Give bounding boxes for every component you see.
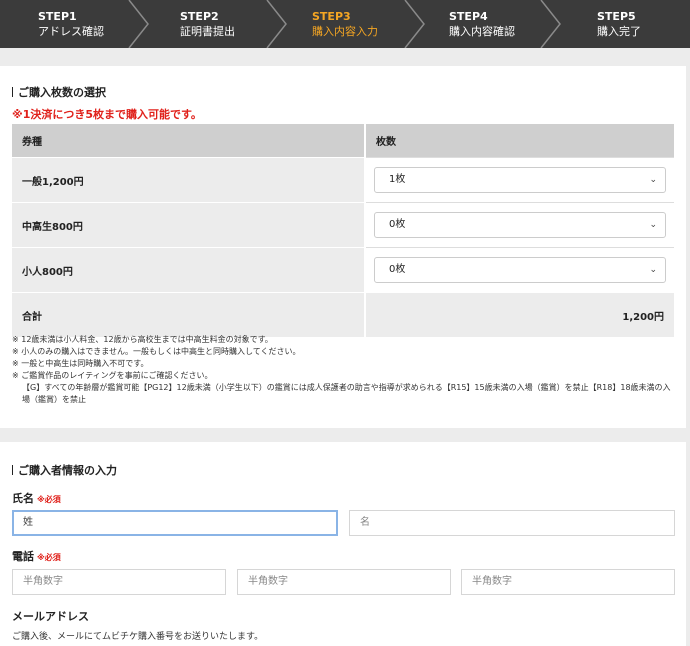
phone-input-3[interactable]: 半角数字 bbox=[461, 569, 675, 595]
chevron-down-icon: ⌄ bbox=[649, 265, 657, 275]
rating-description: 【G】すべての年齢層が鑑賞可能【PG12】12歳未満（小学生以下）の鑑賞には成人… bbox=[22, 383, 671, 404]
step-1-label: アドレス確認 bbox=[38, 25, 104, 38]
phone-label: 電話 ※必須 bbox=[12, 550, 61, 563]
step-3-label: 購入内容入力 bbox=[312, 25, 378, 38]
total-row: 合計 1,200円 bbox=[12, 292, 674, 337]
email-label: メールアドレス bbox=[12, 610, 89, 623]
step-2-number: STEP2 bbox=[180, 10, 219, 23]
chevron-down-icon: ⌄ bbox=[649, 175, 657, 185]
ticket-type-child: 小人800円 bbox=[12, 247, 364, 293]
ticket-notes: ※ 12歳未満は小人料金、12歳から高校生までは中高生料金の対象です。 ※ 小人… bbox=[12, 334, 676, 406]
step-3-current: STEP3 購入内容入力 bbox=[312, 0, 378, 48]
note-item: ※ 小人のみの購入はできません。一般もしくは中高生と同時購入してください。 bbox=[12, 347, 301, 356]
step-separator-icon bbox=[266, 0, 287, 48]
first-name-input[interactable]: 名 bbox=[349, 510, 675, 536]
step-separator-icon bbox=[128, 0, 149, 48]
child-count-select[interactable]: 0枚 ⌄ bbox=[374, 257, 666, 283]
column-count: 枚数 bbox=[366, 124, 674, 158]
step-4-label: 購入内容確認 bbox=[449, 25, 515, 38]
step-1: STEP1 アドレス確認 bbox=[38, 0, 104, 48]
buyer-section-title: ご購入者情報の入力 bbox=[12, 462, 117, 478]
total-label: 合計 bbox=[12, 292, 364, 337]
note-item: ※ 12歳未満は小人料金、12歳から高校生までは中高生料金の対象です。 bbox=[12, 335, 273, 344]
email-description: ご購入後、メールにてムビチケ購入番号をお送りいたします。 bbox=[12, 632, 264, 642]
step-2-label: 証明書提出 bbox=[180, 25, 235, 38]
column-ticket-type: 券種 bbox=[12, 124, 364, 158]
step-3-number: STEP3 bbox=[312, 10, 351, 23]
buyer-info-panel: ご購入者情報の入力 氏名 ※必須 姓 名 電話 ※必須 半角数字 半角数字 半角数字… bbox=[0, 442, 686, 646]
required-badge: ※必須 bbox=[37, 495, 61, 504]
ticket-selection-panel: ご購入枚数の選択 ※1決済につき5枚まで購入可能です。 券種 枚数 一般1,20… bbox=[0, 66, 686, 428]
phone-input-2[interactable]: 半角数字 bbox=[237, 569, 451, 595]
step-separator-icon bbox=[404, 0, 425, 48]
step-progress-bar: STEP1 アドレス確認 STEP2 証明書提出 STEP3 購入内容入力 ST… bbox=[0, 0, 690, 48]
ticket-type-student: 中高生800円 bbox=[12, 202, 364, 248]
required-badge: ※必須 bbox=[37, 553, 61, 562]
ticket-table-header: 券種 枚数 bbox=[12, 124, 674, 158]
step-separator-icon bbox=[540, 0, 561, 48]
student-count-select[interactable]: 0枚 ⌄ bbox=[374, 212, 666, 238]
table-row: 小人800円 0枚 ⌄ bbox=[12, 247, 674, 293]
step-2: STEP2 証明書提出 bbox=[180, 0, 235, 48]
ticket-section-title: ご購入枚数の選択 bbox=[12, 84, 106, 100]
step-4: STEP4 購入内容確認 bbox=[449, 0, 515, 48]
name-label: 氏名 ※必須 bbox=[12, 492, 61, 505]
phone-input-1[interactable]: 半角数字 bbox=[12, 569, 226, 595]
ticket-type-general: 一般1,200円 bbox=[12, 157, 364, 203]
purchase-limit-warning: ※1決済につき5枚まで購入可能です。 bbox=[12, 108, 202, 121]
step-5: STEP5 購入完了 bbox=[597, 0, 641, 48]
step-4-number: STEP4 bbox=[449, 10, 488, 23]
note-item: ※ 一般と中高生は同時購入不可です。 bbox=[12, 359, 149, 368]
table-row: 中高生800円 0枚 ⌄ bbox=[12, 202, 674, 248]
table-row: 一般1,200円 1枚 ⌄ bbox=[12, 157, 674, 203]
ticket-table: 券種 枚数 一般1,200円 1枚 ⌄ 中高生800円 0枚 ⌄ 小人800円 0枚… bbox=[12, 124, 674, 337]
last-name-input[interactable]: 姓 bbox=[12, 510, 338, 536]
general-count-select[interactable]: 1枚 ⌄ bbox=[374, 167, 666, 193]
step-5-label: 購入完了 bbox=[597, 25, 641, 38]
note-item: ※ ご鑑賞作品のレイティングを事前にご確認ください。 bbox=[12, 371, 213, 380]
step-5-number: STEP5 bbox=[597, 10, 636, 23]
step-1-number: STEP1 bbox=[38, 10, 77, 23]
chevron-down-icon: ⌄ bbox=[649, 220, 657, 230]
total-value: 1,200円 bbox=[366, 292, 674, 337]
